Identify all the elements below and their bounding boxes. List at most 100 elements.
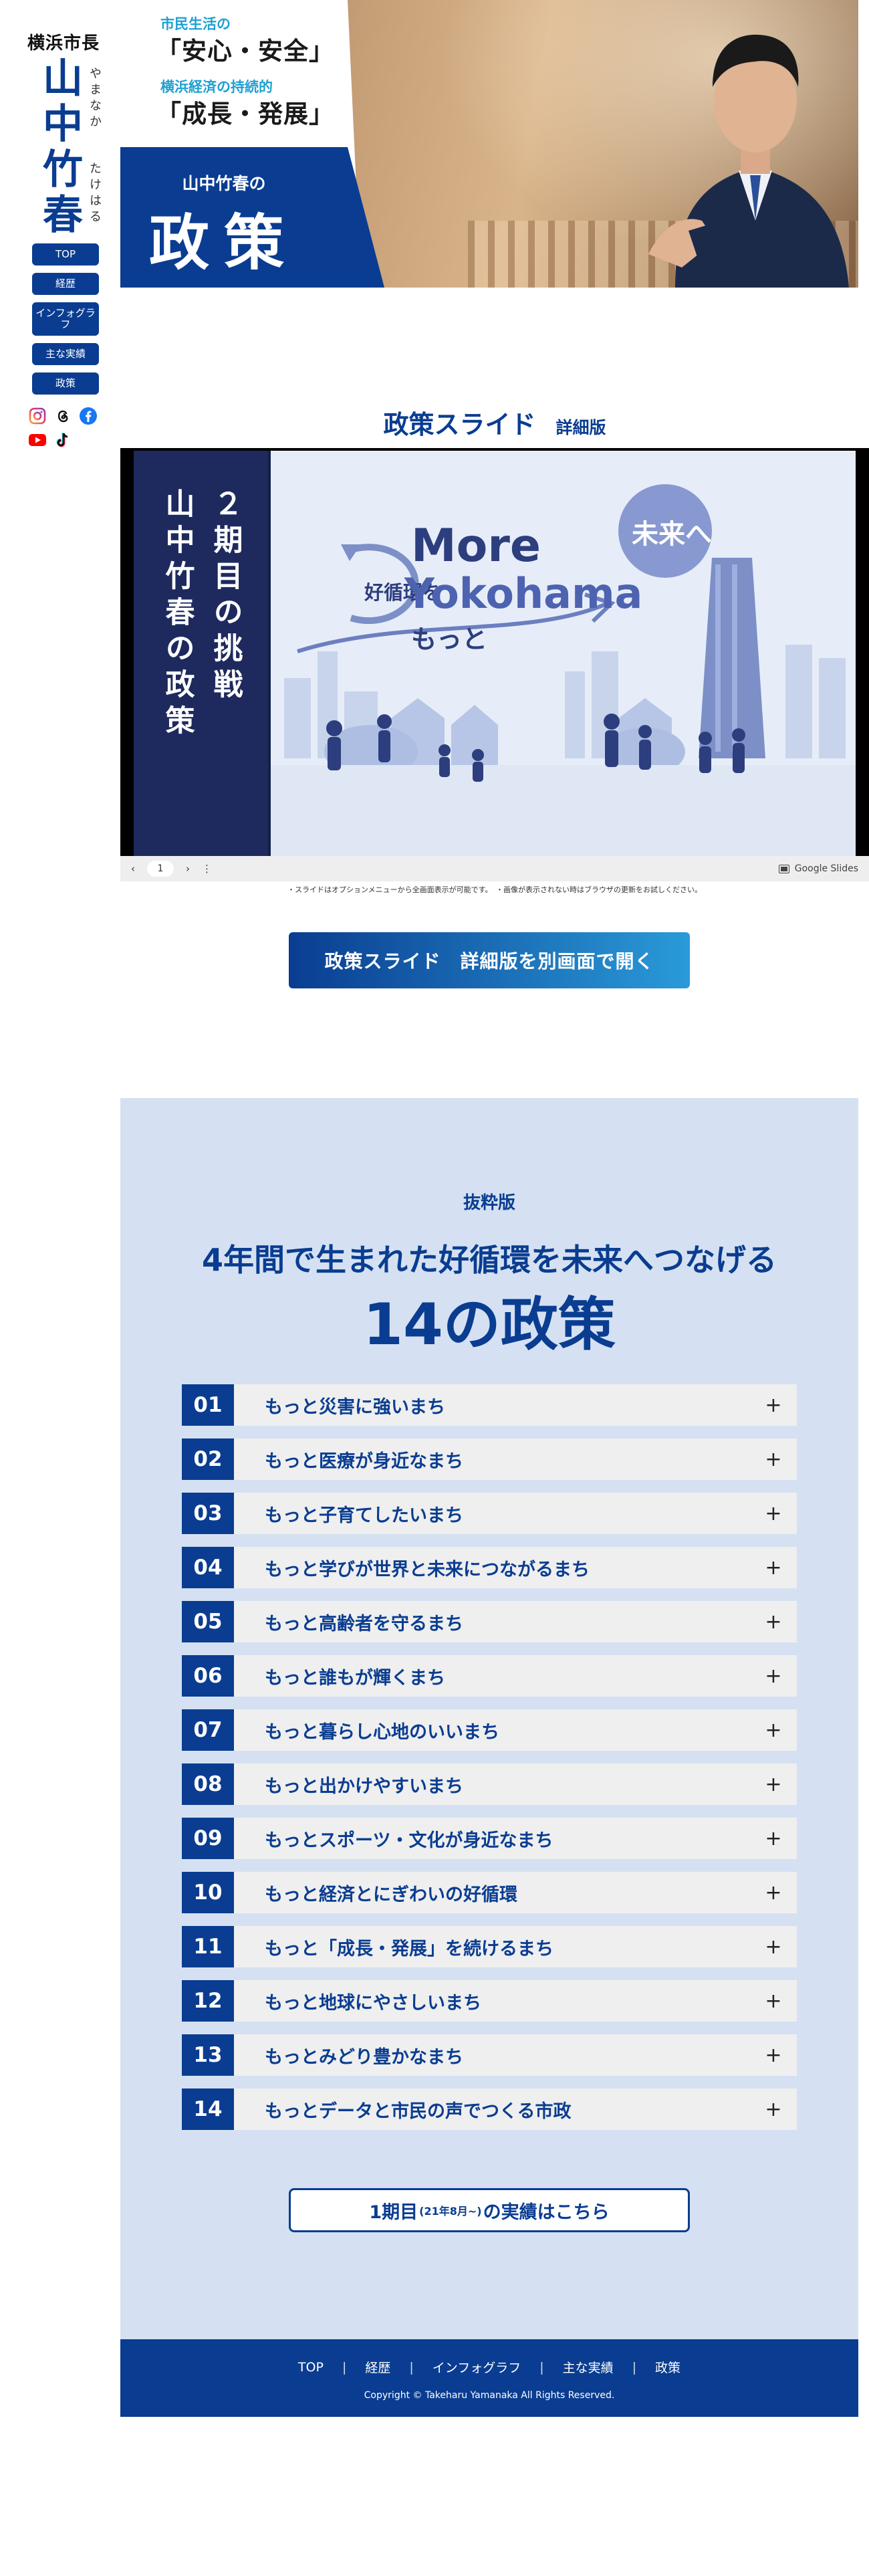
achievements-period: (21年8月~)	[419, 2205, 482, 2218]
policy-number: 06	[182, 1655, 234, 1697]
expand-icon[interactable]: +	[750, 1601, 797, 1642]
expand-icon[interactable]: +	[750, 1763, 797, 1805]
hero-name-label: 山中竹春の	[182, 174, 266, 193]
slide-motto-text: もっと	[411, 625, 487, 654]
policy-title: もっと災害に強いまち	[265, 1396, 445, 1418]
prev-slide-icon[interactable]: ‹	[131, 863, 135, 875]
site-title: 横浜市長	[27, 33, 100, 53]
slide-page-number[interactable]: 1	[147, 861, 174, 877]
policy-title: もっと出かけやすいまち	[265, 1776, 463, 1797]
slides-controls: ‹ 1 › ⋮ Google Slides	[120, 856, 869, 881]
policy-title: もっとスポーツ・文化が身近なまち	[265, 1830, 553, 1851]
footer-nav-achievements[interactable]: 主な実績	[544, 2358, 632, 2376]
policy-section: 抜粋版 4年間で生まれた好循環を未来へつなげる 14の政策 01 もっと災害に強い…	[120, 1098, 858, 2339]
expand-icon[interactable]: +	[750, 1493, 797, 1534]
footer-separator: |	[409, 2359, 414, 2375]
expand-icon[interactable]: +	[750, 2088, 797, 2130]
policy-title: もっと誰もが輝くまち	[265, 1667, 445, 1689]
social-links	[28, 407, 106, 449]
policy-item-03[interactable]: 03 もっと子育てしたいまち +	[182, 1493, 797, 1534]
expand-icon[interactable]: +	[750, 2034, 797, 2076]
expand-icon[interactable]: +	[750, 1709, 797, 1751]
expand-icon[interactable]: +	[750, 1980, 797, 2022]
name-char: 竹	[43, 146, 83, 193]
policy-item-02[interactable]: 02 もっと医療が身近なまち +	[182, 1438, 797, 1480]
slides-embed[interactable]: ２期目の挑戦 山中竹春の政策 好循環を More Yokohama もっと 未来…	[120, 448, 869, 881]
policy-title: もっと子育てしたいまち	[265, 1505, 463, 1526]
policy-item-06[interactable]: 06 もっと誰もが輝くまち +	[182, 1655, 797, 1697]
copyright: Copyright © Takeharu Yamanaka All Rights…	[364, 2390, 615, 2401]
policy-number: 04	[182, 1547, 234, 1588]
instagram-icon[interactable]	[28, 407, 47, 425]
expand-icon[interactable]: +	[750, 1547, 797, 1588]
policy-number: 05	[182, 1601, 234, 1642]
expand-icon[interactable]: +	[750, 1384, 797, 1426]
policy-item-10[interactable]: 10 もっと経済とにぎわいの好循環 +	[182, 1872, 797, 1913]
slide-future-text: 未来へ	[632, 519, 712, 550]
policy-title: もっと「成長・発展」を続けるまち	[265, 1938, 553, 1959]
footer-separator: |	[342, 2359, 347, 2375]
sidebar-nav-infographic[interactable]: インフォグラフ	[32, 302, 99, 336]
policy-title: もっと高齢者を守るまち	[265, 1613, 463, 1634]
policy-item-13[interactable]: 13 もっとみどり豊かなまち +	[182, 2034, 797, 2076]
policy-number: 10	[182, 1872, 234, 1913]
next-slide-icon[interactable]: ›	[186, 863, 190, 875]
expand-icon[interactable]: +	[750, 1818, 797, 1859]
sidebar: 横浜市長 山 中 竹 春 やまなか たけはる TOP 経歴 インフォグラフ 主な…	[0, 0, 120, 481]
policy-title: もっとデータと市民の声でつくる市政	[265, 2101, 572, 2122]
policy-title: もっと暮らし心地のいいまち	[265, 1721, 499, 1743]
expand-icon[interactable]: +	[750, 1872, 797, 1913]
achievements-main: 1期目	[369, 2202, 418, 2223]
slides-subtitle: 詳細版	[555, 418, 606, 437]
sidebar-nav-policy[interactable]: 政策	[32, 372, 99, 395]
policy-label: 抜粋版	[463, 1193, 515, 1213]
sidebar-nav-top[interactable]: TOP	[32, 243, 99, 265]
name-kana-family: やまなか	[88, 67, 102, 131]
policy-number: 03	[182, 1493, 234, 1534]
policy-item-12[interactable]: 12 もっと地球にやさしいまち +	[182, 1980, 797, 2022]
footer: TOP | 経歴 | インフォグラフ | 主な実績 | 政策 Copyright…	[120, 2339, 858, 2417]
tiktok-icon[interactable]	[53, 431, 72, 449]
name-logo[interactable]: 山 中 竹 春	[40, 56, 86, 238]
policy-item-08[interactable]: 08 もっと出かけやすいまち +	[182, 1763, 797, 1805]
policy-item-04[interactable]: 04 もっと学びが世界と未来につながるまち +	[182, 1547, 797, 1588]
policy-title: もっと地球にやさしいまち	[265, 1992, 481, 2014]
google-slides-link[interactable]: Google Slides	[778, 863, 858, 874]
more-options-icon[interactable]: ⋮	[202, 863, 212, 875]
policy-number: 01	[182, 1384, 234, 1426]
open-slides-button[interactable]: 政策スライド 詳細版を別画面で開く	[289, 932, 690, 988]
policy-number: 02	[182, 1438, 234, 1480]
expand-icon[interactable]: +	[750, 1438, 797, 1480]
policy-item-09[interactable]: 09 もっとスポーツ・文化が身近なまち +	[182, 1818, 797, 1859]
slide-vertical-title-2: 山中竹春の政策	[160, 488, 195, 741]
sidebar-nav-achievements[interactable]: 主な実績	[32, 343, 99, 365]
policy-item-01[interactable]: 01 もっと災害に強いまち +	[182, 1384, 797, 1426]
policy-item-07[interactable]: 07 もっと暮らし心地のいいまち +	[182, 1709, 797, 1751]
youtube-icon[interactable]	[28, 431, 47, 449]
footer-nav: TOP | 経歴 | インフォグラフ | 主な実績 | 政策	[120, 2358, 858, 2376]
slide-canvas: ２期目の挑戦 山中竹春の政策 好循環を More Yokohama もっと 未来…	[134, 451, 856, 856]
slides-title: 政策スライド	[383, 410, 536, 439]
footer-nav-career[interactable]: 経歴	[346, 2358, 409, 2376]
first-term-achievements-button[interactable]: 1期目 (21年8月~) の実績はこちら	[289, 2188, 690, 2232]
facebook-icon[interactable]	[79, 407, 98, 425]
google-slides-label: Google Slides	[794, 863, 858, 874]
sidebar-nav: TOP 経歴 インフォグラフ 主な実績 政策	[32, 243, 99, 395]
expand-icon[interactable]: +	[750, 1655, 797, 1697]
policy-item-11[interactable]: 11 もっと「成長・発展」を続けるまち +	[182, 1926, 797, 1967]
sidebar-nav-career[interactable]: 経歴	[32, 273, 99, 295]
policy-number: 13	[182, 2034, 234, 2076]
policy-item-05[interactable]: 05 もっと高齢者を守るまち +	[182, 1601, 797, 1642]
footer-separator: |	[632, 2359, 637, 2375]
threads-icon[interactable]	[53, 407, 72, 425]
footer-nav-infographic[interactable]: インフォグラフ	[414, 2358, 539, 2376]
footer-nav-top[interactable]: TOP	[279, 2360, 342, 2375]
expand-icon[interactable]: +	[750, 1926, 797, 1967]
slides-heading: 政策スライド 詳細版	[120, 404, 869, 441]
policy-title: もっとみどり豊かなまち	[265, 2046, 463, 2068]
policy-number: 08	[182, 1763, 234, 1805]
footer-nav-policy[interactable]: 政策	[636, 2358, 699, 2376]
policy-item-14[interactable]: 14 もっとデータと市民の声でつくる市政 +	[182, 2088, 797, 2130]
hero-portrait	[648, 34, 849, 288]
slide-yokohama-text: Yokohama	[404, 569, 642, 618]
